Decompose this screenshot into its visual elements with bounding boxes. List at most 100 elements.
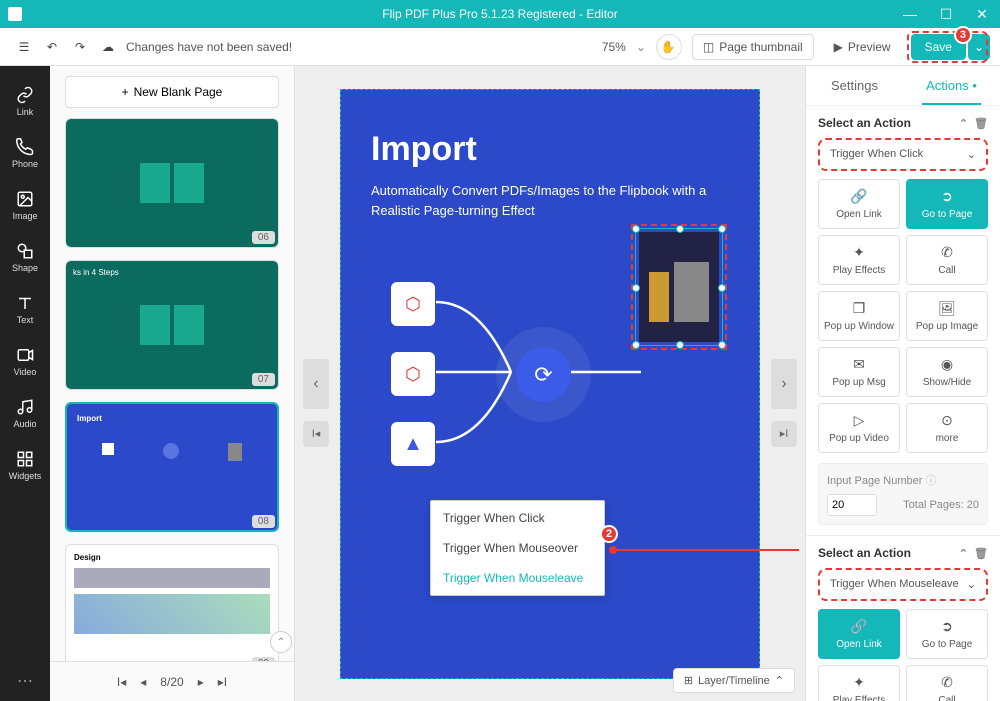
camera-icon: ◫	[703, 40, 714, 54]
delete-icon[interactable]: 🗑	[974, 547, 988, 560]
thumbnails-panel: +New Blank Page 06 ks in 4 Steps 07 Impo…	[50, 66, 295, 701]
collapse-icon[interactable]: ⌃	[959, 547, 968, 560]
annotation-badge-3: 3	[954, 26, 972, 44]
action-show-hide[interactable]: ◉Show/Hide	[906, 347, 988, 397]
preview-button[interactable]: ▶ Preview	[824, 35, 901, 59]
pdf-icon: ⬡	[391, 282, 435, 326]
sidebar-item-link[interactable]: Link	[0, 76, 50, 126]
canvas-prev-icon[interactable]: ‹	[303, 359, 329, 409]
trigger-option-mouseover[interactable]: Trigger When Mouseover	[431, 533, 604, 563]
more-icon[interactable]: ⋯	[17, 671, 33, 691]
sidebar-item-video[interactable]: Video	[0, 336, 50, 386]
trigger-option-click[interactable]: Trigger When Click	[431, 503, 604, 533]
link-icon: 🔗	[850, 188, 867, 205]
canvas-next-icon[interactable]: ›	[771, 359, 797, 409]
undo-icon[interactable]: ↶	[38, 33, 66, 61]
menu-icon[interactable]: ☰	[10, 33, 38, 61]
sidebar-item-text[interactable]: Text	[0, 284, 50, 334]
page-thumbnail-button[interactable]: ◫ Page thumbnail	[692, 34, 814, 60]
action-open-link[interactable]: 🔗Open Link	[818, 609, 900, 659]
trigger-select-1[interactable]: Trigger When Click ⌄	[818, 138, 988, 171]
titlebar: Flip PDF Plus Pro 5.1.23 Registered - Ed…	[0, 0, 1000, 28]
trigger-dropdown-menu: Trigger When Click Trigger When Mouseove…	[430, 500, 605, 596]
last-page-icon[interactable]: ▸I	[218, 675, 227, 689]
info-icon[interactable]: ⓘ	[925, 475, 936, 487]
page-indicator: 8/20	[160, 675, 183, 689]
save-status: Changes have not been saved!	[126, 40, 292, 54]
selection-handles[interactable]	[635, 228, 723, 346]
layer-timeline-button[interactable]: ⊞ Layer/Timeline ⌃	[673, 668, 795, 693]
prev-page-icon[interactable]: ◂	[140, 675, 146, 689]
sidebar-item-phone[interactable]: Phone	[0, 128, 50, 178]
link-icon	[16, 86, 34, 104]
image-icon: 🖼	[938, 300, 956, 317]
phone-icon	[16, 138, 34, 156]
action-play-effects[interactable]: ✦Play Effects	[818, 235, 900, 285]
plus-icon: +	[122, 85, 129, 99]
chevron-down-icon: ⌄	[967, 148, 976, 161]
chevron-up-icon: ⌃	[775, 674, 784, 687]
input-page-box: Input Page Number ⓘ Total Pages: 20	[818, 463, 988, 525]
chevron-down-icon: ⌄	[967, 578, 976, 591]
redo-icon[interactable]: ↷	[66, 33, 94, 61]
sparkle-icon: ✦	[853, 244, 865, 261]
page-number-input[interactable]	[827, 494, 877, 516]
minimize-button[interactable]: —	[892, 0, 928, 28]
goto-icon: ➲	[941, 618, 953, 635]
eye-icon: ◉	[941, 356, 953, 373]
action-more[interactable]: ⊙more	[906, 403, 988, 453]
action-go-to-page[interactable]: ➲Go to Page	[906, 609, 988, 659]
tab-settings[interactable]: Settings	[806, 66, 903, 105]
canvas-first-icon[interactable]: I◂	[303, 421, 329, 447]
tool-sidebar: Link Phone Image Shape Text Video Audio …	[0, 66, 50, 701]
top-toolbar: ☰ ↶ ↷ ☁ Changes have not been saved! 75%…	[0, 28, 1000, 66]
chevron-down-icon[interactable]: ⌄	[636, 40, 646, 54]
page-thumb-08[interactable]: Import 08	[65, 402, 279, 532]
page-thumb-09[interactable]: Design 09	[65, 544, 279, 661]
zoom-level[interactable]: 75%	[602, 40, 626, 54]
sidebar-item-image[interactable]: Image	[0, 180, 50, 230]
maximize-button[interactable]: ☐	[928, 0, 964, 28]
text-icon	[16, 294, 34, 312]
first-page-icon[interactable]: I◂	[117, 675, 126, 689]
trigger-option-mouseleave[interactable]: Trigger When Mouseleave	[431, 563, 604, 593]
collapse-icon[interactable]: ⌃	[959, 117, 968, 130]
page-thumb-06[interactable]: 06	[65, 118, 279, 248]
action-section-2: Select an Action ⌃ 🗑 Trigger When Mousele…	[806, 535, 1000, 701]
layer-icon: ⊞	[684, 674, 693, 687]
phone-icon: ✆	[941, 674, 953, 691]
goto-icon: ➲	[941, 188, 953, 205]
action-play-effects[interactable]: ✦Play Effects	[818, 665, 900, 701]
hand-tool-icon[interactable]: ✋	[656, 34, 682, 60]
cloud-icon[interactable]: ☁	[94, 33, 122, 61]
action-popup-msg[interactable]: ✉Pop up Msg	[818, 347, 900, 397]
save-button[interactable]: Save 3	[911, 34, 966, 60]
trigger-select-2[interactable]: Trigger When Mouseleave ⌄	[818, 568, 988, 601]
next-page-icon[interactable]: ▸	[198, 675, 204, 689]
tab-actions[interactable]: Actions •	[903, 66, 1000, 105]
canvas-last-icon[interactable]: ▸I	[771, 421, 797, 447]
page-thumb-07[interactable]: ks in 4 Steps 07	[65, 260, 279, 390]
sidebar-item-widgets[interactable]: Widgets	[0, 440, 50, 490]
action-popup-video[interactable]: ▷Pop up Video	[818, 403, 900, 453]
close-button[interactable]: ✕	[964, 0, 1000, 28]
sidebar-item-shape[interactable]: Shape	[0, 232, 50, 282]
action-call[interactable]: ✆Call	[906, 235, 988, 285]
action-go-to-page[interactable]: ➲Go to Page	[906, 179, 988, 229]
title-text: Flip PDF Plus Pro 5.1.23 Registered - Ed…	[382, 7, 617, 21]
action-call[interactable]: ✆Call	[906, 665, 988, 701]
section-title: Select an Action	[818, 546, 911, 560]
pdf-icon: ⬡	[391, 352, 435, 396]
new-blank-page-button[interactable]: +New Blank Page	[65, 76, 279, 108]
properties-panel: Settings Actions • Select an Action ⌃ 🗑 T…	[805, 66, 1000, 701]
action-popup-image[interactable]: 🖼Pop up Image	[906, 291, 988, 341]
page-title: Import	[371, 130, 729, 169]
action-open-link[interactable]: 🔗Open Link	[818, 179, 900, 229]
scroll-up-icon[interactable]: ⌃	[270, 631, 292, 653]
page-subtitle: Automatically Convert PDFs/Images to the…	[371, 181, 729, 223]
message-icon: ✉	[853, 356, 865, 373]
action-section-1: Select an Action ⌃🗑 Trigger When Click ⌄…	[806, 106, 1000, 535]
sidebar-item-audio[interactable]: Audio	[0, 388, 50, 438]
action-popup-window[interactable]: ❐Pop up Window	[818, 291, 900, 341]
delete-icon[interactable]: 🗑	[974, 117, 988, 130]
